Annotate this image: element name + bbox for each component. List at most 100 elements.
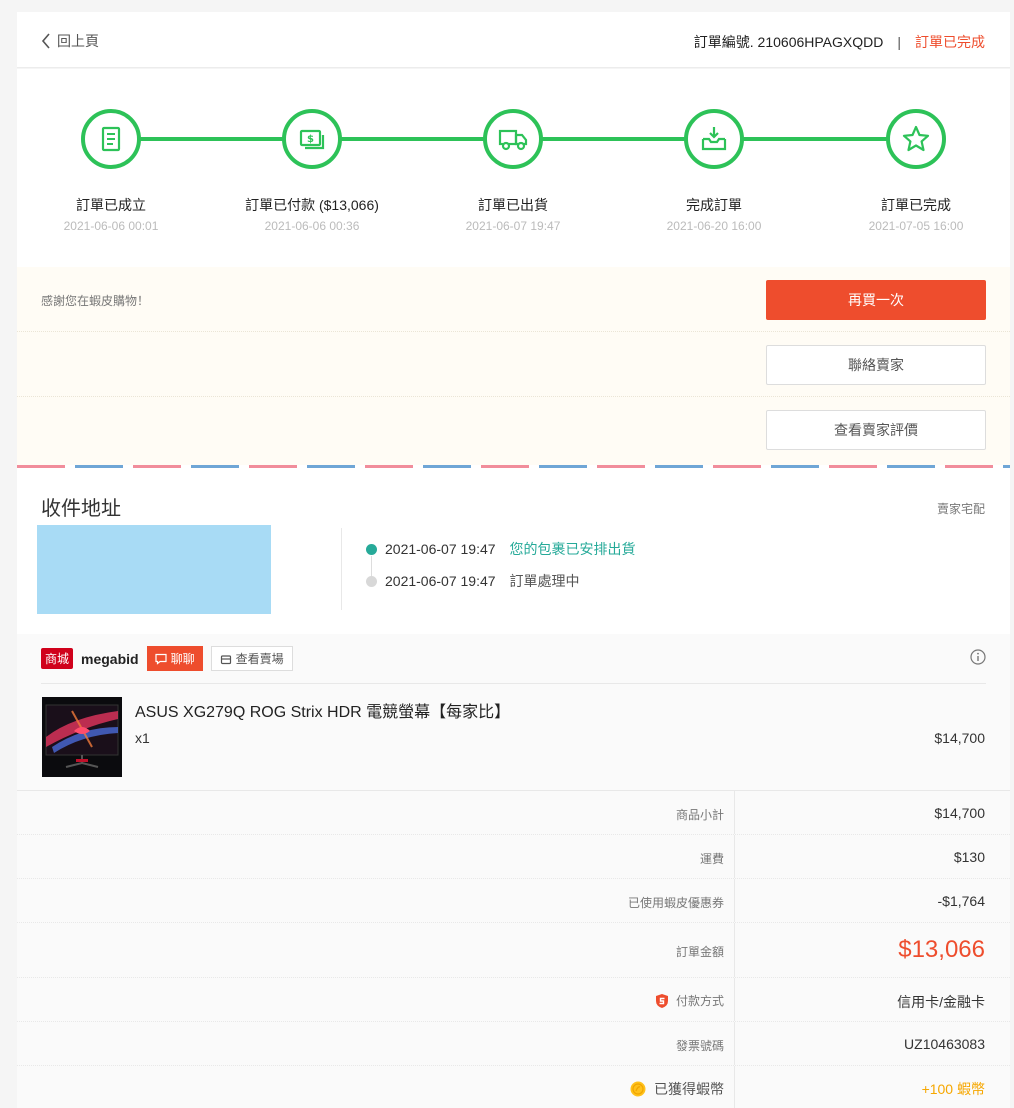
address-divider: [341, 528, 342, 610]
summary-row-payment: 付款方式 信用卡/金融卡: [17, 978, 1010, 1022]
svg-text:$: $: [307, 134, 314, 145]
order-header: 回上頁 訂單編號. 210606HPAGXQDD | 訂單已完成: [17, 12, 1010, 68]
invoice-value: UZ10463083: [904, 1036, 985, 1052]
inbox-download-icon: [684, 109, 744, 169]
coins-label-group: 已獲得蝦幣: [630, 1079, 724, 1099]
timeline-dot-icon: [366, 543, 377, 555]
tracking-text: 您的包裹已安排出貨: [509, 541, 636, 557]
money-icon: $: [282, 109, 342, 169]
summary-divider: [734, 835, 735, 878]
product-price: $14,700: [934, 730, 985, 746]
summary-divider: [734, 1022, 735, 1065]
coin-icon: [630, 1081, 646, 1097]
step-time: 2021-06-06 00:36: [264, 219, 360, 233]
step-time: 2021-06-20 16:00: [666, 219, 762, 233]
shipping-label: 運費: [699, 852, 724, 866]
thanks-text: 感謝您在蝦皮購物！: [41, 294, 150, 308]
meta-separator: |: [897, 34, 901, 50]
coins-label: 已獲得蝦幣: [654, 1081, 724, 1097]
shop-divider: [41, 683, 986, 684]
tracking-event: 2021-06-07 19:47 您的包裹已安排出貨: [366, 539, 636, 559]
address-title: 收件地址: [41, 498, 121, 520]
action-row: 聯絡賣家: [17, 332, 1010, 397]
product-name[interactable]: ASUS XG279Q ROG Strix HDR 電競螢幕【每家比】: [135, 698, 510, 722]
total-value: $13,066: [898, 936, 985, 963]
payment-label: 付款方式: [675, 994, 724, 1008]
star-icon: [886, 109, 946, 169]
subtotal-value: $14,700: [934, 805, 985, 821]
order-meta: 訂單編號. 210606HPAGXQDD | 訂單已完成: [694, 32, 985, 52]
contact-seller-button[interactable]: 聯絡賣家: [766, 345, 986, 385]
step-time: 2021-06-07 19:47: [465, 219, 561, 233]
info-icon[interactable]: [970, 649, 986, 670]
step-label: 訂單已成立: [76, 197, 146, 213]
buy-again-button[interactable]: 再買一次: [766, 280, 986, 320]
tracking-time: 2021-06-07 19:47: [385, 573, 496, 589]
action-row: 感謝您在蝦皮購物！ 再買一次: [17, 267, 1010, 332]
summary-row-invoice: 發票號碼 UZ10463083: [17, 1022, 1010, 1066]
view-shop-button[interactable]: 查看賣場: [210, 646, 293, 671]
summary-row-voucher: 已使用蝦皮優惠券 -$1,764: [17, 879, 1010, 923]
action-row: 查看賣家評價: [17, 397, 1010, 462]
product-quantity: x1: [135, 730, 150, 746]
back-button[interactable]: 回上頁: [41, 31, 99, 51]
subtotal-label: 商品小計: [675, 808, 724, 822]
mall-badge: 商城: [41, 648, 74, 669]
step-order-paid: $ 訂單已付款 ($13,066) 2021-06-06 00:36: [212, 109, 412, 233]
shop-header: 商城 megabid 聊聊 查看賣場: [41, 646, 293, 671]
order-actions: 感謝您在蝦皮購物！ 再買一次 聯絡賣家 查看賣家評價: [17, 267, 1010, 465]
address-redacted-block: [37, 525, 271, 614]
chat-icon: [154, 653, 167, 665]
chat-label: 聊聊: [170, 652, 195, 666]
step-label: 訂單已出貨: [478, 197, 548, 213]
total-label: 訂單金額: [675, 945, 724, 959]
chevron-left-icon: [41, 33, 50, 49]
back-label: 回上頁: [57, 33, 99, 49]
summary-row-coins: 已獲得蝦幣 +100 蝦幣: [17, 1066, 1010, 1108]
coins-value: +100 蝦幣: [921, 1081, 985, 1097]
timeline-dot-icon: [366, 575, 377, 587]
shipping-address-section: 收件地址 賣家宅配 2021-06-07 19:47 您的包裹已安排出貨 202…: [17, 468, 1010, 634]
tracking-event: 2021-06-07 19:47 訂單處理中: [366, 571, 580, 591]
order-status: 訂單已完成: [915, 34, 985, 50]
summary-divider: [734, 978, 735, 1021]
step-time: 2021-06-06 00:01: [63, 219, 159, 233]
summary-divider: [734, 879, 735, 922]
step-label: 完成訂單: [686, 197, 742, 213]
order-number: 訂單編號. 210606HPAGXQDD: [693, 34, 884, 50]
shipping-value: $130: [953, 849, 985, 865]
order-progress-stepper: 訂單已成立 2021-06-06 00:01 $ 訂單已付款 ($13,066)…: [17, 69, 1010, 267]
product-image[interactable]: [42, 697, 122, 777]
summary-divider: [734, 1066, 735, 1108]
step-order-completed: 訂單已完成 2021-07-05 16:00: [816, 109, 1014, 233]
shield-icon: [655, 993, 668, 1008]
order-summary: 商品小計 $14,700 運費 $130 已使用蝦皮優惠券 -$1,764 訂單…: [17, 790, 1010, 1108]
summary-row-total: 訂單金額 $13,066: [17, 923, 1010, 978]
invoice-label: 發票號碼: [675, 1039, 724, 1053]
step-time: 2021-07-05 16:00: [868, 219, 964, 233]
step-order-received: 完成訂單 2021-06-20 16:00: [614, 109, 814, 233]
carrier-label: 賣家宅配: [936, 502, 985, 516]
step-order-placed: 訂單已成立 2021-06-06 00:01: [11, 109, 211, 233]
chat-button[interactable]: 聊聊: [146, 646, 203, 671]
view-seller-rating-button[interactable]: 查看賣家評價: [766, 410, 986, 450]
shop-name[interactable]: megabid: [81, 651, 139, 667]
shop-section: 商城 megabid 聊聊 查看賣場 ASUS XG279Q ROG Strix…: [17, 634, 1010, 790]
summary-divider: [734, 791, 735, 834]
step-label: 訂單已付款 ($13,066): [245, 197, 379, 213]
summary-row-shipping: 運費 $130: [17, 835, 1010, 879]
summary-divider: [734, 923, 735, 977]
view-shop-label: 查看賣場: [235, 652, 284, 666]
truck-icon: [483, 109, 543, 169]
tracking-time: 2021-06-07 19:47: [385, 541, 496, 557]
shop-icon: [220, 654, 231, 664]
summary-row-subtotal: 商品小計 $14,700: [17, 791, 1010, 835]
voucher-value: -$1,764: [937, 893, 985, 909]
step-order-shipped: 訂單已出貨 2021-06-07 19:47: [413, 109, 613, 233]
payment-label-group: 付款方式: [654, 992, 724, 1009]
receipt-icon: [81, 109, 141, 169]
voucher-label: 已使用蝦皮優惠券: [627, 896, 724, 910]
step-label: 訂單已完成: [881, 197, 951, 213]
tracking-text: 訂單處理中: [509, 573, 580, 589]
payment-value: 信用卡/金融卡: [897, 994, 985, 1010]
